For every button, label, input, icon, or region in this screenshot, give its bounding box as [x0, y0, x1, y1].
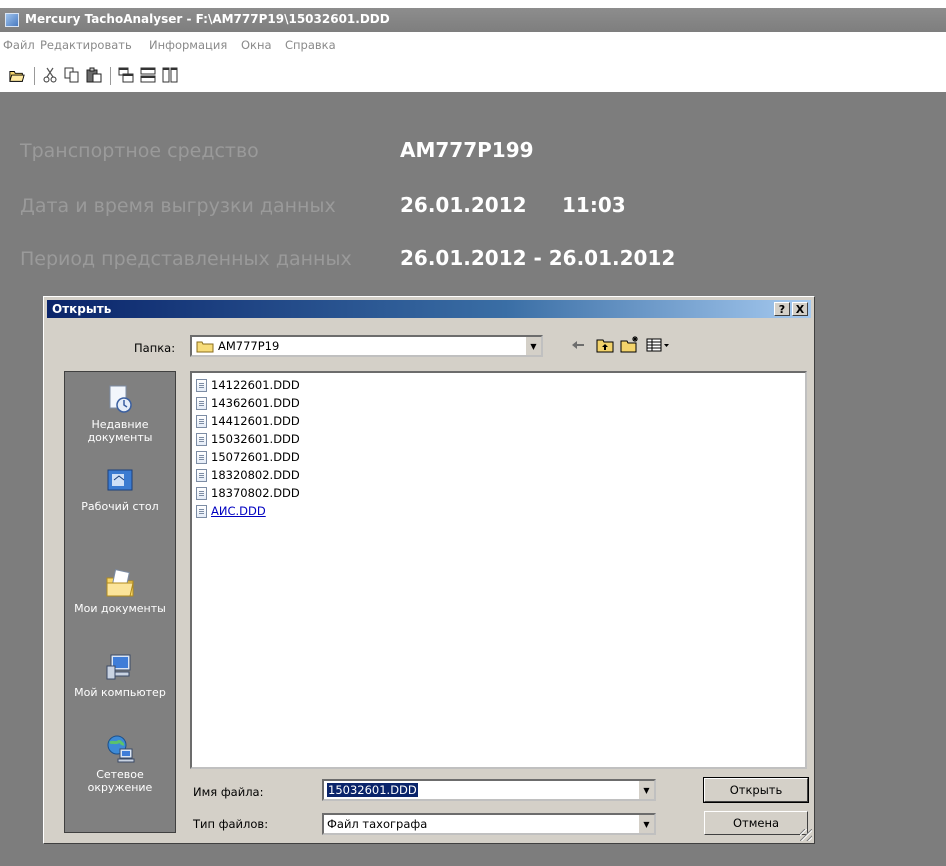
file-list[interactable]: 14122601.DDD 14362601.DDD 14412601.DDD 1…	[190, 371, 807, 769]
close-button[interactable]: X	[792, 302, 808, 316]
filename-label: Имя файла:	[193, 785, 264, 799]
tile-vertical-icon[interactable]	[162, 67, 178, 83]
app-icon[interactable]	[5, 13, 19, 27]
menu-bar: Файл Редактировать Информация Окна Справ…	[0, 32, 946, 58]
view-menu-icon[interactable]	[646, 337, 670, 353]
download-date: 26.01.2012	[400, 193, 527, 217]
tile-horizontal-icon[interactable]	[140, 67, 156, 83]
cut-icon[interactable]	[42, 67, 58, 83]
file-icon	[196, 486, 207, 500]
place-desktop-label: Рабочий стол	[81, 500, 159, 513]
file-icon	[196, 396, 207, 410]
place-my-documents-label: Мои документы	[74, 602, 166, 615]
file-icon	[196, 450, 207, 464]
file-icon	[196, 378, 207, 392]
period-value: 26.01.2012 - 26.01.2012	[400, 246, 676, 270]
filename-input[interactable]: 15032601.DDD ▼	[322, 779, 656, 801]
file-item[interactable]: 18370802.DDD	[196, 484, 300, 502]
folder-select[interactable]: AM777P19 ▼	[190, 335, 543, 357]
recent-documents-icon	[109, 385, 132, 413]
place-desktop[interactable]: Рабочий стол	[65, 466, 175, 513]
file-icon	[196, 468, 207, 482]
place-network[interactable]: Сетевое окружение	[65, 734, 175, 794]
place-network-label: Сетевое окружение	[87, 768, 153, 794]
folder-icon	[196, 340, 214, 356]
desktop-icon	[107, 469, 133, 491]
places-bar: Недавние документы Рабочий стол Мои доку…	[64, 371, 176, 833]
my-computer-icon	[106, 654, 131, 680]
back-arrow-icon[interactable]	[570, 337, 586, 353]
file-item[interactable]: 14122601.DDD	[196, 376, 300, 394]
up-folder-icon[interactable]	[596, 337, 614, 353]
place-recent[interactable]: Недавние документы	[65, 384, 175, 444]
menu-file[interactable]: Файл	[3, 38, 35, 52]
folder-value: AM777P19	[218, 339, 280, 353]
new-folder-icon[interactable]	[620, 335, 640, 353]
chevron-down-icon[interactable]: ▼	[638, 815, 654, 833]
help-button[interactable]: ?	[774, 302, 790, 316]
open-button[interactable]: Открыть	[703, 777, 809, 803]
period-label: Период представленных данных	[20, 248, 352, 270]
download-label: Дата и время выгрузки данных	[20, 195, 336, 217]
file-item[interactable]: 14362601.DDD	[196, 394, 300, 412]
menu-windows[interactable]: Окна	[241, 38, 272, 52]
vehicle-label: Транспортное средство	[20, 140, 259, 162]
place-my-documents[interactable]: Мои документы	[65, 568, 175, 615]
open-file-dialog: Открыть ? X Папка: AM777P19 ▼ Недавние д…	[43, 296, 815, 844]
dialog-title: Открыть	[52, 302, 112, 316]
vehicle-value: AM777P199	[400, 138, 534, 162]
file-icon	[196, 414, 207, 428]
file-item[interactable]: 18320802.DDD	[196, 466, 300, 484]
chevron-down-icon[interactable]: ▼	[638, 781, 654, 799]
filename-value: 15032601.DDD	[327, 783, 418, 797]
copy-icon[interactable]	[64, 67, 80, 83]
toolbar-separator	[110, 67, 111, 85]
file-icon	[196, 504, 207, 518]
file-item[interactable]: 15072601.DDD	[196, 448, 300, 466]
file-item[interactable]: 15032601.DDD	[196, 430, 300, 448]
app-title: Mercury TachoAnalyser - F:\AM777P19\1503…	[25, 12, 390, 26]
toolbar-separator	[34, 67, 35, 85]
download-time: 11:03	[562, 193, 626, 217]
file-item[interactable]: АИС.DDD	[196, 502, 266, 520]
paste-icon[interactable]	[86, 67, 102, 83]
folder-label: Папка:	[134, 341, 176, 355]
place-recent-label: Недавние документы	[87, 418, 153, 444]
menu-help[interactable]: Справка	[285, 38, 336, 52]
filetype-label: Тип файлов:	[193, 817, 269, 831]
filetype-value: Файл тахографа	[327, 817, 428, 831]
resize-grip[interactable]	[800, 829, 812, 841]
file-item[interactable]: 14412601.DDD	[196, 412, 300, 430]
dialog-title-bar: Открыть ? X	[47, 300, 811, 318]
place-my-computer[interactable]: Мой компьютер	[65, 652, 175, 699]
cascade-windows-icon[interactable]	[118, 67, 134, 83]
place-my-computer-label: Мой компьютер	[74, 686, 166, 699]
menu-info[interactable]: Информация	[149, 38, 227, 52]
filetype-select[interactable]: Файл тахографа ▼	[322, 813, 656, 835]
file-icon	[196, 432, 207, 446]
cancel-button[interactable]: Отмена	[704, 811, 808, 835]
my-documents-icon	[106, 569, 134, 597]
chevron-down-icon[interactable]: ▼	[525, 337, 541, 355]
menu-edit[interactable]: Редактировать	[40, 38, 132, 52]
app-title-bar: Mercury TachoAnalyser - F:\AM777P19\1503…	[0, 0, 946, 32]
toolbar	[0, 58, 946, 92]
open-folder-icon[interactable]	[9, 67, 25, 83]
network-icon	[107, 735, 135, 763]
